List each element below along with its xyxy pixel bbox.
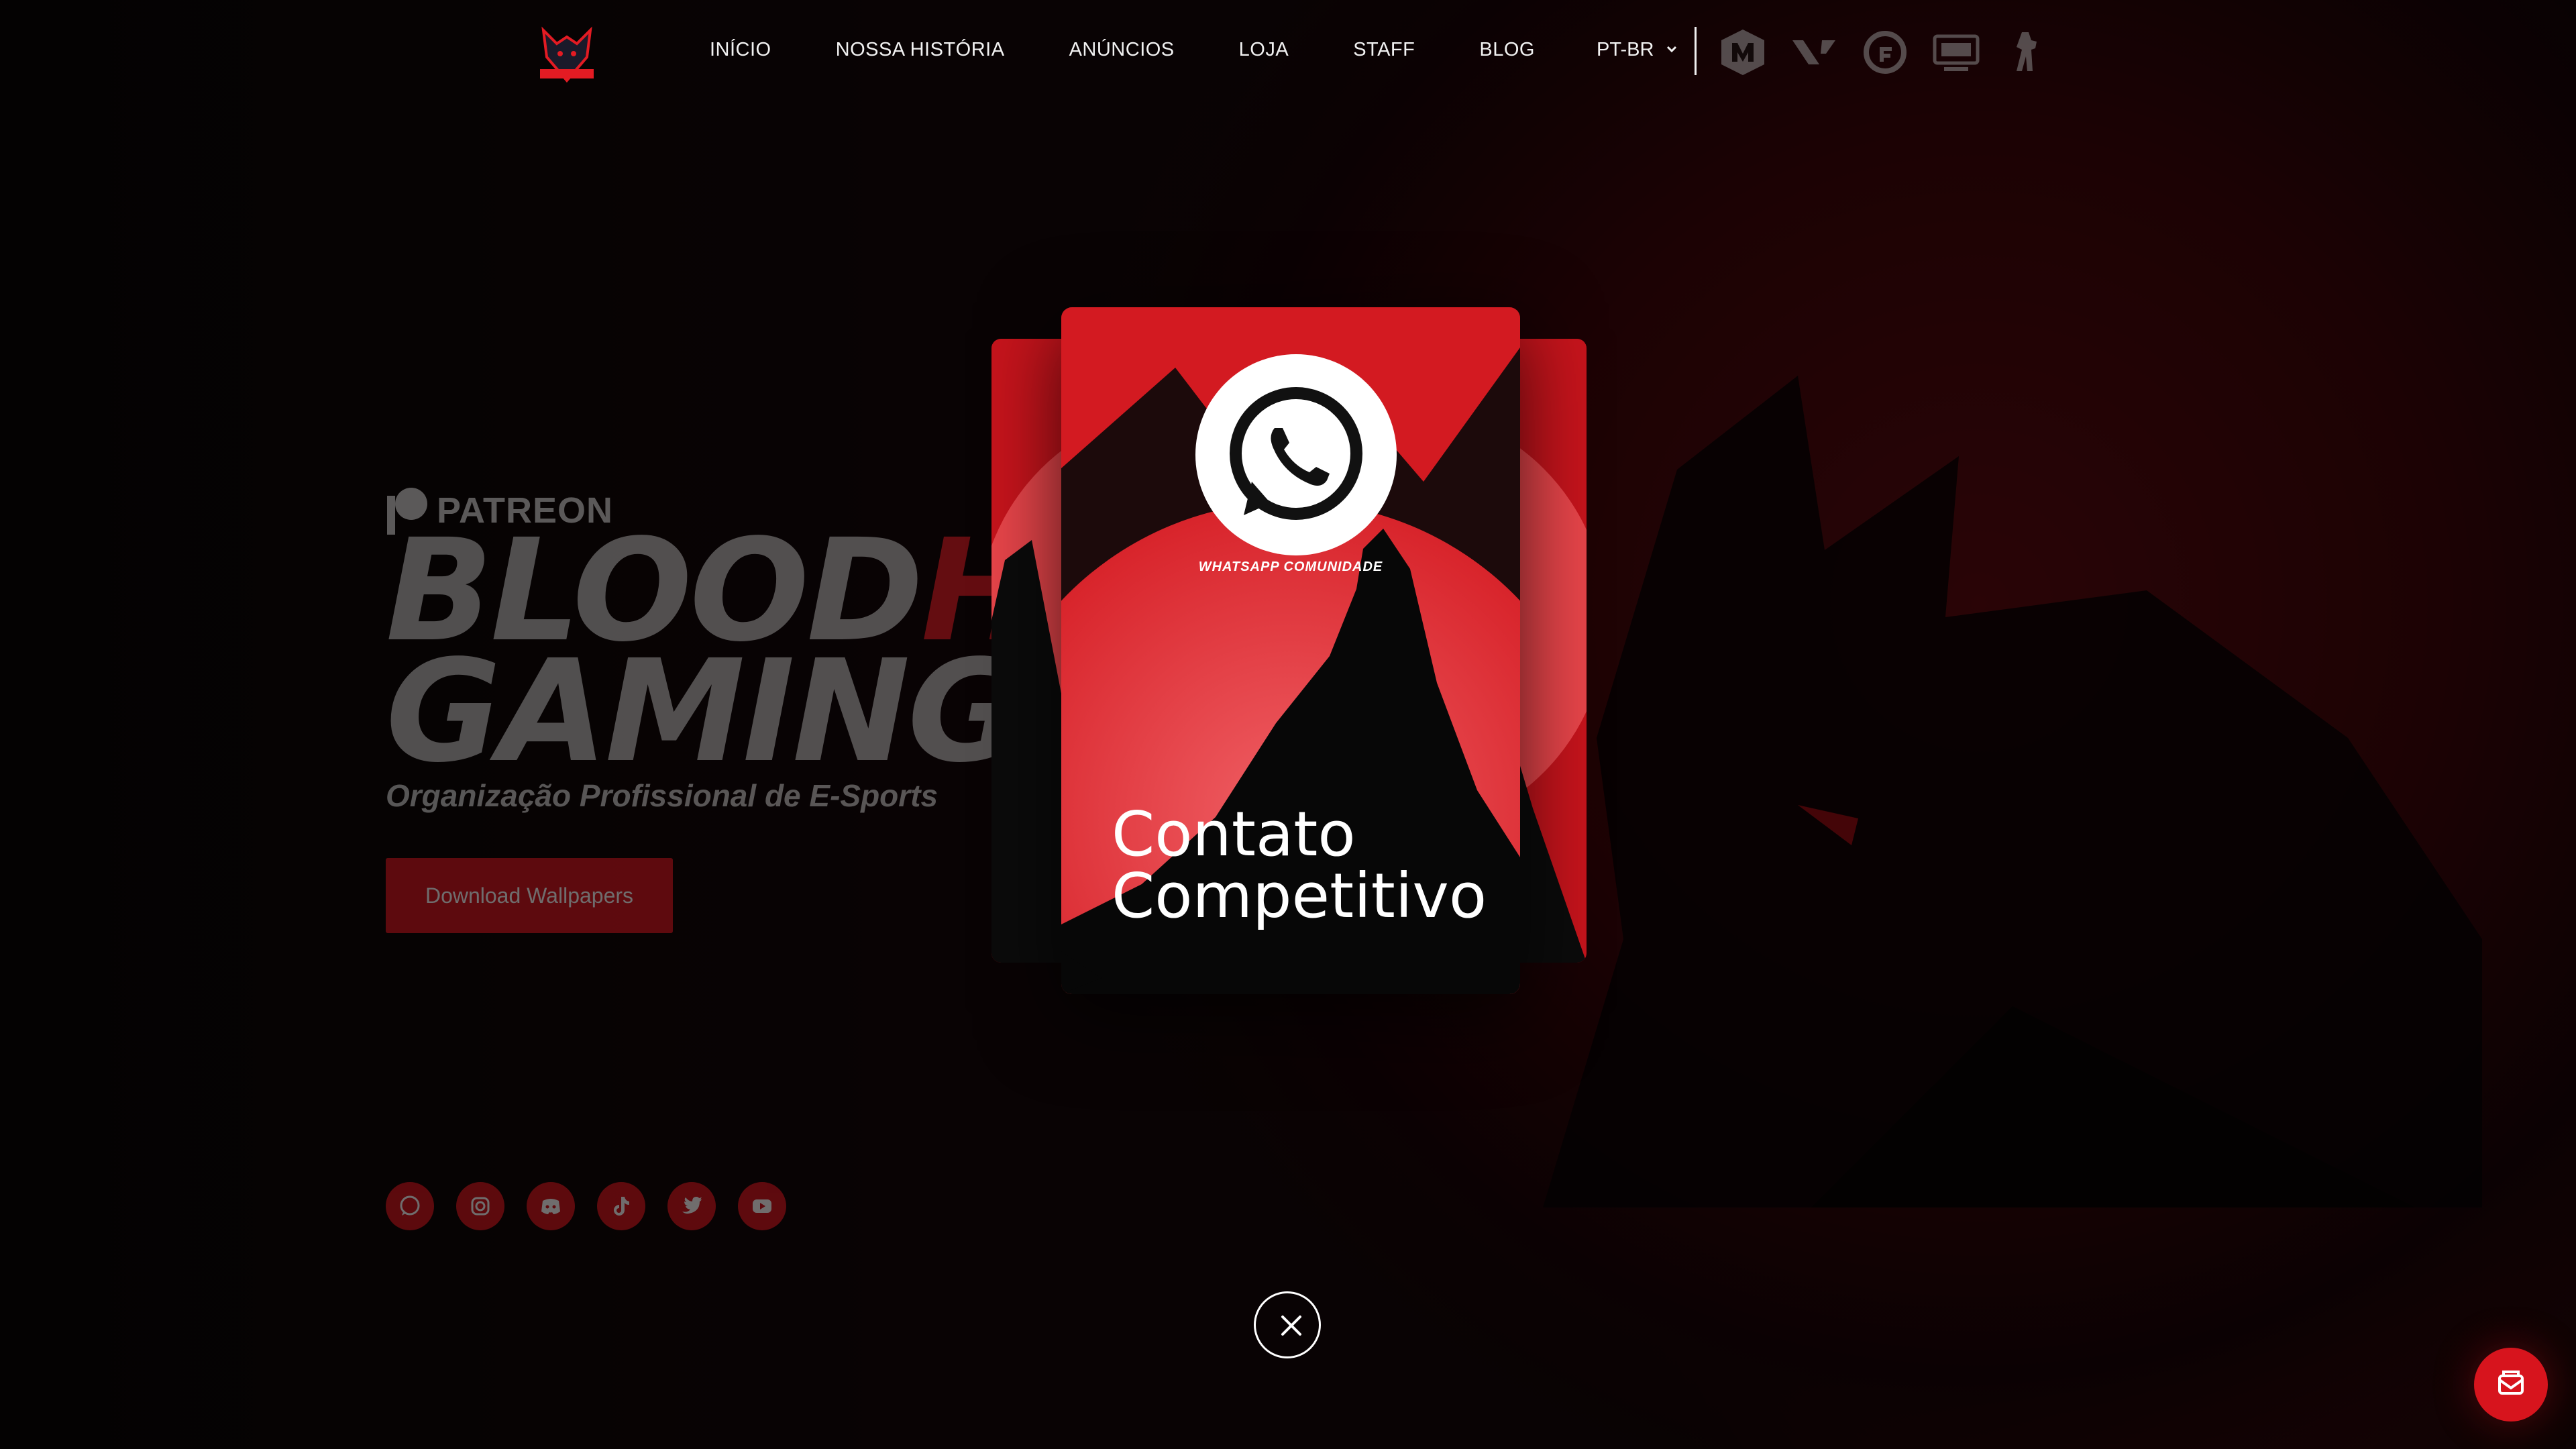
close-icon [1281, 1316, 1301, 1336]
top-navigation: INÍCIO NOSSA HISTÓRIA ANÚNCIOS LOJA STAF… [0, 0, 2576, 107]
mobile-legends-icon[interactable] [1717, 27, 1768, 78]
nav-loja[interactable]: LOJA [1239, 39, 1289, 61]
free-fire-icon[interactable] [1860, 27, 1911, 78]
youtube-icon[interactable] [738, 1182, 786, 1230]
nav-divider [1695, 27, 1697, 75]
valorant-icon[interactable] [1788, 27, 1839, 78]
nav-staff[interactable]: STAFF [1353, 39, 1415, 61]
nav-anuncios[interactable]: ANÚNCIOS [1069, 39, 1175, 61]
social-links [386, 1182, 786, 1230]
support-chat-icon [2498, 1371, 2524, 1395]
chevron-down-icon[interactable] [1665, 44, 1678, 54]
close-modal-button[interactable] [1254, 1291, 1321, 1358]
bloodhunts-logo-icon[interactable] [530, 17, 604, 91]
counter-strike-icon[interactable] [2002, 27, 2053, 78]
card-title: Contato Competitivo [1112, 804, 1487, 927]
nav-nossa-historia[interactable]: NOSSA HISTÓRIA [836, 39, 1005, 61]
nav-blog[interactable]: BLOG [1479, 39, 1535, 61]
card-caption: WHATSAPP COMUNIDADE [1198, 559, 1383, 574]
card-title-line1: Contato [1112, 798, 1356, 870]
download-wallpapers-button[interactable]: Download Wallpapers [386, 858, 673, 933]
whatsapp-icon[interactable] [386, 1182, 434, 1230]
nav-inicio[interactable]: INÍCIO [710, 39, 771, 61]
pubg-mobile-icon[interactable] [1931, 27, 1982, 78]
language-selector[interactable]: PT-BR [1597, 39, 1654, 61]
story-card-active[interactable]: WHATSAPP COMUNIDADE Contato Competitivo [1061, 307, 1520, 994]
discord-icon[interactable] [527, 1182, 575, 1230]
twitter-icon[interactable] [667, 1182, 716, 1230]
instagram-icon[interactable] [456, 1182, 504, 1230]
card-title-line2: Competitivo [1112, 860, 1487, 932]
whatsapp-icon [1195, 354, 1397, 555]
chat-support-button[interactable] [2474, 1348, 2548, 1421]
tiktok-icon[interactable] [597, 1182, 645, 1230]
